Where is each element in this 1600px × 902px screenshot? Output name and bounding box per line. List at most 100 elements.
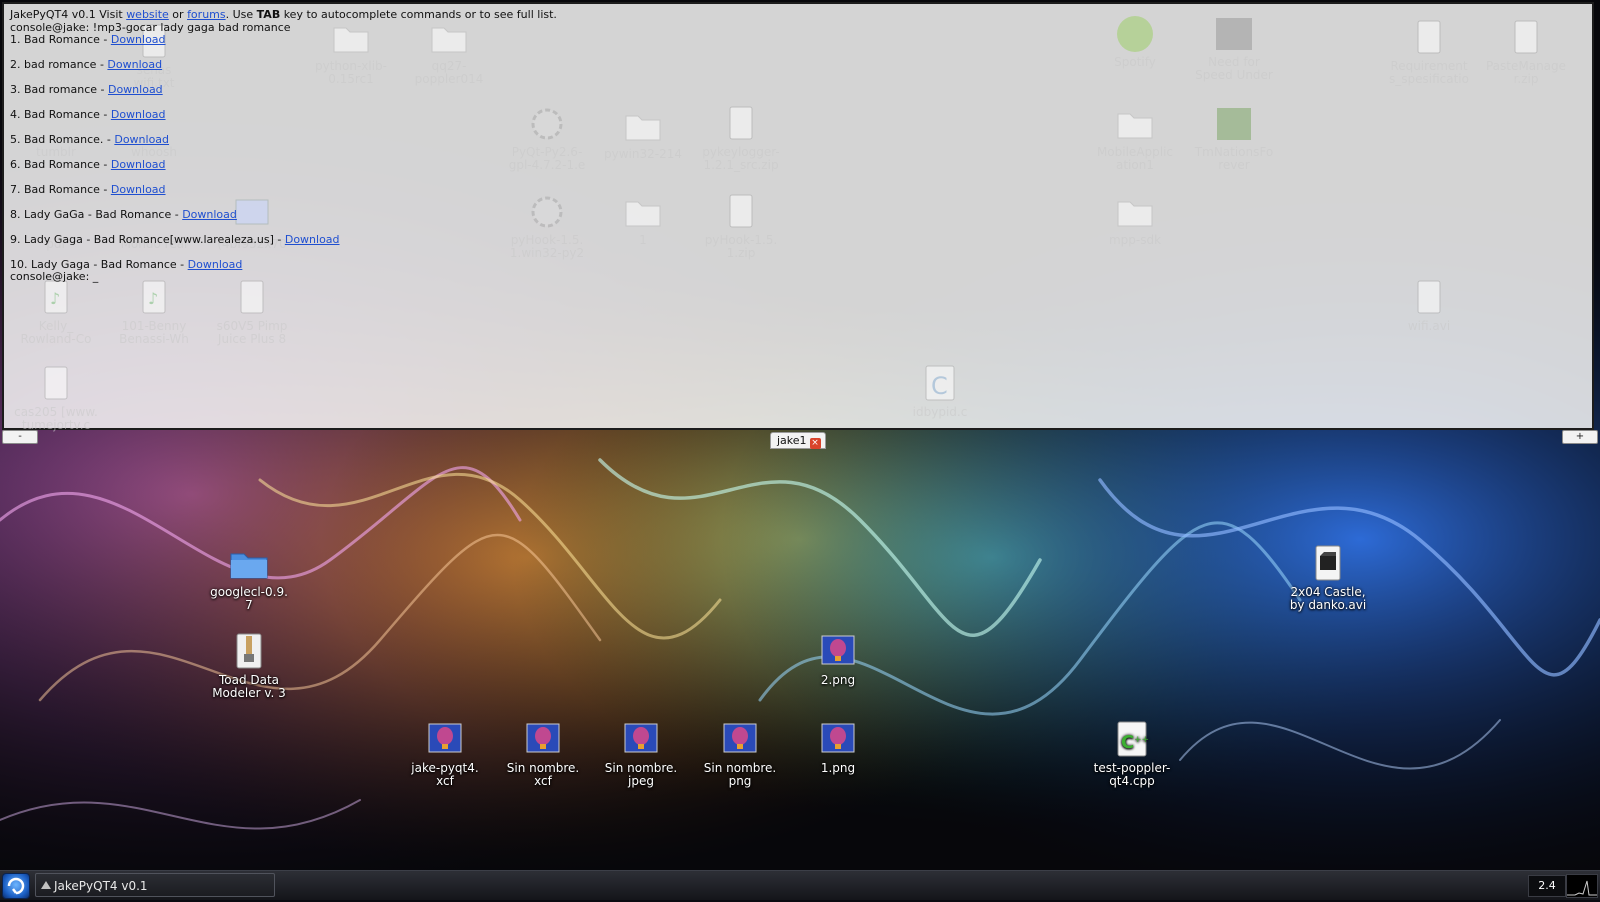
icon-label: MobileApplic ation1 xyxy=(1096,145,1174,172)
icon-label: Sin nombre. jpeg xyxy=(604,761,678,788)
result-list: 1. Bad Romance - Download 2. bad romance… xyxy=(10,33,557,271)
cpu-graph-icon[interactable] xyxy=(1566,874,1598,898)
tab-scroll-left-button[interactable]: - xyxy=(2,430,38,444)
download-link[interactable]: Download xyxy=(108,83,163,96)
icon-label: 1 xyxy=(639,233,647,247)
desktop-icon-sin-nombre-xcf[interactable]: Sin nombre. xcf xyxy=(495,720,591,788)
game-icon xyxy=(1214,104,1254,144)
console-prompt[interactable]: console@jake: _ xyxy=(10,270,557,284)
icon-label: Kelly_ Rowland-Co xyxy=(20,319,92,346)
image-icon xyxy=(425,720,465,760)
icon-label: pyHook-1.5. 1.zip xyxy=(704,233,778,260)
result-item: 1. Bad Romance - Download xyxy=(10,33,166,46)
icon-label: cas205 [www. tumejortv.c xyxy=(14,405,98,432)
icon-label: mpp-sdk xyxy=(1108,233,1162,247)
video-icon xyxy=(1409,278,1449,318)
result-item: 8. Lady GaGa - Bad Romance - Download xyxy=(10,208,237,221)
download-link[interactable]: Download xyxy=(182,208,237,221)
download-link[interactable]: Download xyxy=(111,33,166,46)
image-icon xyxy=(621,720,661,760)
icon-label: googlecl-0.9. 7 xyxy=(210,585,288,612)
icon-label: wifi.avi xyxy=(1407,319,1451,333)
desktop-icon-googlecl[interactable]: googlecl-0.9. 7 xyxy=(201,544,297,612)
download-link[interactable]: Download xyxy=(111,158,166,171)
download-link[interactable]: Download xyxy=(188,258,243,271)
desktop-icon-test-poppler[interactable]: C ++ test-poppler- qt4.cpp xyxy=(1084,720,1180,788)
bg-icon-cas205: cas205 [www. tumejortv.c xyxy=(8,364,104,432)
result-item: 3. Bad romance - Download xyxy=(10,83,163,96)
image-icon xyxy=(523,720,563,760)
bg-icon-mobileapp: MobileApplic ation1 xyxy=(1087,104,1183,172)
bg-icon-tmnations: TmNationsFo rever xyxy=(1186,104,1282,172)
video-icon xyxy=(36,364,76,404)
app-icon xyxy=(41,881,51,889)
bg-icon-pyhook-zip: pyHook-1.5. 1.zip xyxy=(693,192,789,260)
taskbar: JakePyQT4 v0.1 2.4 xyxy=(0,870,1600,900)
icon-label: 101-Benny Benassi-Wh xyxy=(119,319,189,346)
game-icon xyxy=(1214,14,1254,54)
download-link[interactable]: Download xyxy=(111,183,166,196)
image-icon xyxy=(818,632,858,672)
website-link[interactable]: website xyxy=(126,8,169,21)
desktop-icon-toad[interactable]: Toad Data Modeler v. 3 xyxy=(201,632,297,700)
bg-icon-pastemanager: PasteManage r.zip xyxy=(1478,18,1574,86)
bg-icon-folder-1: 1 xyxy=(595,192,691,247)
desktop-icon-sin-nombre-png[interactable]: Sin nombre. png xyxy=(692,720,788,788)
archive-icon xyxy=(1409,18,1449,58)
svg-text:++: ++ xyxy=(1134,735,1149,745)
desktop-icon-sin-nombre-jpeg[interactable]: Sin nombre. jpeg xyxy=(593,720,689,788)
download-link[interactable]: Download xyxy=(114,133,169,146)
svg-text:♪: ♪ xyxy=(50,289,60,308)
folder-icon xyxy=(1115,104,1155,144)
download-link[interactable]: Download xyxy=(111,108,166,121)
console-output[interactable]: JakePyQT4 v0.1 Visit website or forums. … xyxy=(10,8,557,284)
folder-icon xyxy=(623,192,663,232)
image-icon xyxy=(720,720,760,760)
tab-jake1[interactable]: jake1 × xyxy=(770,432,826,449)
desktop-icon-1-png[interactable]: 1.png xyxy=(790,720,886,775)
archive-icon xyxy=(1506,18,1546,58)
icon-label: 2x04 Castle, by danko.avi xyxy=(1289,585,1367,612)
folder-icon xyxy=(1115,192,1155,232)
bg-icon-pykeylogger: pykeylogger- 1.2.1_src.zip xyxy=(693,104,789,172)
folder-icon xyxy=(229,544,269,584)
taskbar-item-label: JakePyQT4 v0.1 xyxy=(54,879,148,893)
cpp-source-icon: C ++ xyxy=(1112,720,1152,760)
result-item: 4. Bad Romance - Download xyxy=(10,108,166,121)
desktop-icon-castle-avi[interactable]: 2x04 Castle, by danko.avi xyxy=(1280,544,1376,612)
icon-label: test-poppler- qt4.cpp xyxy=(1093,761,1171,788)
console-tab-bar: - jake1 × + xyxy=(0,430,1600,449)
start-logo-icon xyxy=(7,877,25,895)
result-item: 9. Lady Gaga - Bad Romance[www.larealeza… xyxy=(10,233,340,246)
desktop-icon-jake-pyqt4-xcf[interactable]: jake-pyqt4. xcf xyxy=(397,720,493,788)
icon-label: idbypid.c xyxy=(912,405,968,419)
svg-text:C: C xyxy=(1121,732,1134,753)
desktop-icon-2-png[interactable]: 2.png xyxy=(790,632,886,687)
icon-label: pywin32-214 xyxy=(604,147,682,161)
bg-icon-pywin32: pywin32-214 xyxy=(595,106,691,161)
new-tab-button[interactable]: + xyxy=(1562,430,1598,444)
forums-link[interactable]: forums xyxy=(187,8,226,21)
icon-label: jake-pyqt4. xcf xyxy=(411,761,479,788)
tray-load-indicator[interactable]: 2.4 xyxy=(1528,875,1566,897)
bg-icon-benny: ♪ 101-Benny Benassi-Wh xyxy=(106,278,202,346)
taskbar-item-jakepyqt4[interactable]: JakePyQT4 v0.1 xyxy=(35,873,275,897)
icon-label: TmNationsFo rever xyxy=(1194,145,1274,172)
spotify-icon xyxy=(1115,14,1155,54)
icon-label: pykeylogger- 1.2.1_src.zip xyxy=(702,145,780,172)
icon-label: Toad Data Modeler v. 3 xyxy=(212,673,286,700)
close-icon[interactable]: × xyxy=(809,438,821,449)
bg-icon-spotify: Spotify xyxy=(1087,14,1183,69)
start-menu-button[interactable] xyxy=(2,873,30,899)
svg-text:C: C xyxy=(931,372,948,400)
icon-label: Sin nombre. xcf xyxy=(506,761,580,788)
download-link[interactable]: Download xyxy=(107,58,162,71)
result-item: 6. Bad Romance - Download xyxy=(10,158,166,171)
bg-icon-kelly: ♪ Kelly_ Rowland-Co xyxy=(8,278,104,346)
archive-icon xyxy=(721,192,761,232)
console-window[interactable]: señas wifi.txt python-xlib- 0.15rc1 qq27… xyxy=(2,2,1594,432)
image-icon xyxy=(818,720,858,760)
icon-label: 2.png xyxy=(820,673,856,687)
bg-icon-nfs: Need for Speed Under xyxy=(1186,14,1282,82)
download-link[interactable]: Download xyxy=(285,233,340,246)
